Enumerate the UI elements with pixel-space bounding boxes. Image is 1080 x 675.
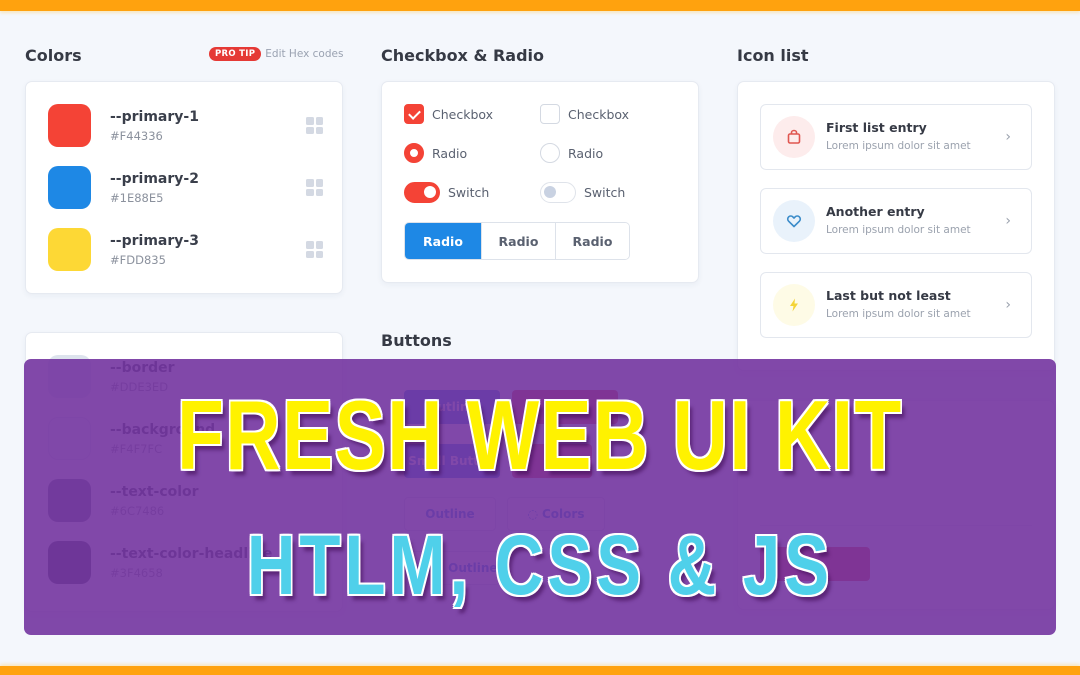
checkbox-checked-box[interactable] [404, 104, 424, 124]
pro-tip: PRO TIP Edit Hex codes [209, 47, 343, 61]
color-swatch[interactable] [48, 228, 91, 271]
list-item[interactable]: First list entry Lorem ipsum dolor sit a… [760, 104, 1032, 170]
radio-selected[interactable]: Radio [404, 143, 467, 163]
color-hex[interactable]: #FDD835 [110, 252, 306, 268]
banner-subheadline: HTLM, CSS & JS [246, 518, 834, 612]
checkbox-unchecked[interactable]: Checkbox [540, 104, 629, 124]
drag-grid-icon[interactable] [306, 117, 323, 134]
radio-label: Radio [568, 145, 604, 161]
color-name: --primary-1 [110, 108, 199, 125]
radio-label: Radio [432, 145, 468, 161]
color-swatch[interactable] [48, 104, 91, 147]
primary-colors-card: --primary-1 #F44336 --primary-2 #1E88E5 … [25, 81, 343, 294]
switch-on[interactable]: Switch [404, 182, 489, 203]
color-row-primary-1[interactable]: --primary-1 #F44336 [48, 104, 324, 147]
list-item-subtitle: Lorem ipsum dolor sit amet [826, 140, 971, 152]
segment-2[interactable]: Radio [481, 223, 555, 259]
top-accent-bar [0, 0, 1080, 11]
switch-label: Switch [584, 185, 626, 200]
checkbox-unchecked-box[interactable] [540, 104, 560, 124]
checkbox-checked[interactable]: Checkbox [404, 104, 493, 124]
bottom-accent-bar [0, 666, 1080, 675]
segment-3[interactable]: Radio [555, 223, 629, 259]
radio-unselected-circle[interactable] [540, 143, 560, 163]
list-item-subtitle: Lorem ipsum dolor sit amet [826, 308, 971, 320]
drag-grid-icon[interactable] [306, 241, 323, 258]
list-item-title: First list entry [826, 120, 927, 135]
segmented-radio-group: Radio Radio Radio [404, 222, 630, 260]
color-row-primary-3[interactable]: --primary-3 #FDD835 [48, 228, 324, 271]
list-item-title: Another entry [826, 204, 925, 219]
radio-unselected[interactable]: Radio [540, 143, 603, 163]
switch-on-toggle[interactable] [404, 182, 440, 203]
icon-list-section-title: Icon list [737, 46, 809, 65]
chevron-right-icon: › [1005, 129, 1011, 145]
switch-off[interactable]: Switch [540, 182, 625, 203]
color-swatch[interactable] [48, 166, 91, 209]
list-item-subtitle: Lorem ipsum dolor sit amet [826, 224, 971, 236]
pro-tip-badge: PRO TIP [209, 47, 262, 61]
chevron-right-icon: › [1005, 297, 1011, 313]
chevron-right-icon: › [1005, 213, 1011, 229]
checkbox-section-title: Checkbox & Radio [381, 46, 545, 65]
list-item[interactable]: Last but not least Lorem ipsum dolor sit… [760, 272, 1032, 338]
promo-banner: FRESH WEB UI KIT HTLM, CSS & JS [24, 359, 1056, 635]
list-item[interactable]: Another entry Lorem ipsum dolor sit amet… [760, 188, 1032, 254]
color-name: --primary-2 [110, 170, 199, 187]
segment-1[interactable]: Radio [405, 223, 481, 259]
color-hex[interactable]: #F44336 [110, 128, 306, 144]
colors-section-title: Colors [25, 46, 82, 65]
list-item-title: Last but not least [826, 288, 951, 303]
color-hex[interactable]: #1E88E5 [110, 190, 306, 206]
buttons-section-title: Buttons [381, 331, 452, 350]
banner-headline: FRESH WEB UI KIT [177, 380, 903, 490]
drag-grid-icon[interactable] [306, 179, 323, 196]
checkbox-label: Checkbox [432, 106, 494, 122]
radio-selected-circle[interactable] [404, 143, 424, 163]
lightning-icon [773, 284, 815, 326]
switch-label: Switch [448, 185, 490, 200]
color-row-primary-2[interactable]: --primary-2 #1E88E5 [48, 166, 324, 209]
checkbox-label: Checkbox [568, 106, 630, 122]
pro-tip-text: Edit Hex codes [265, 48, 344, 60]
heart-icon [773, 200, 815, 242]
switch-off-toggle[interactable] [540, 182, 576, 203]
shopping-bag-icon [773, 116, 815, 158]
color-name: --primary-3 [110, 232, 199, 249]
